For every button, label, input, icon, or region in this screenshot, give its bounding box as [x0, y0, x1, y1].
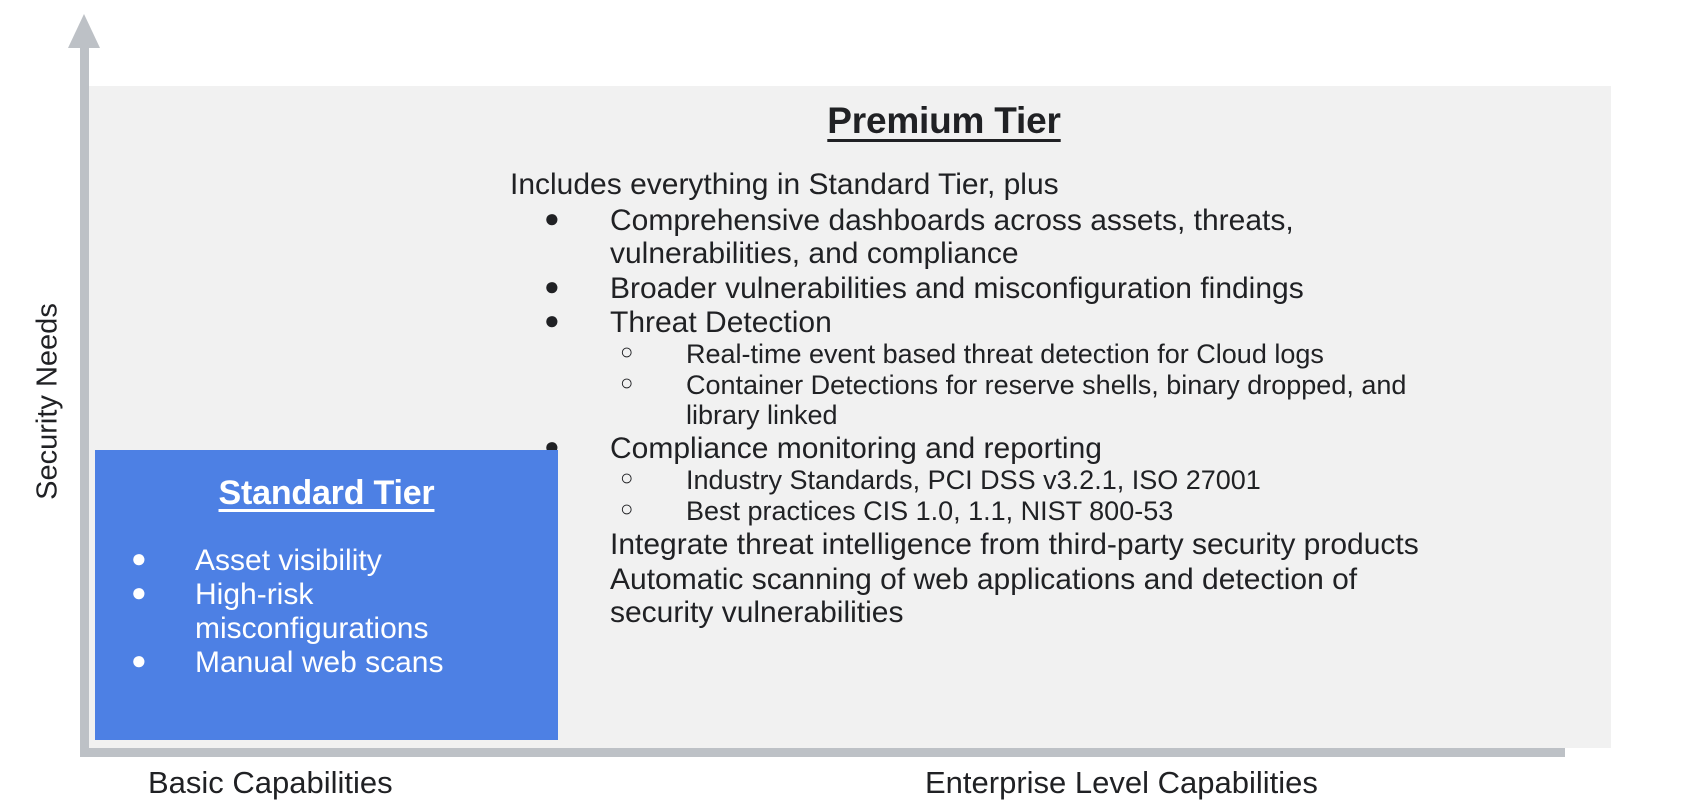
list-item-label: Automatic scanning of web applications a…: [610, 562, 1358, 629]
x-axis-line: [80, 748, 1565, 757]
bullet-filled-icon: ●: [544, 270, 560, 301]
list-item-label: Compliance monitoring and reporting: [610, 432, 1102, 466]
arrow-up-icon: [68, 14, 100, 48]
y-axis-label: Security Needs: [31, 303, 64, 500]
list-item-label: Broader vulnerabilities and misconfigura…: [610, 271, 1304, 305]
bullet-filled-icon: ●: [131, 577, 147, 608]
premium-tier-list: ● Comprehensive dashboards across assets,…: [510, 204, 1600, 630]
premium-tier-intro: Includes everything in Standard Tier, pl…: [510, 168, 1059, 201]
list-item-label: High-risk misconfigurations: [195, 578, 429, 645]
list-item-label: Real-time event based threat detection f…: [686, 339, 1324, 370]
standard-tier-list: ● Asset visibility ● High-risk misconfigura…: [131, 544, 531, 680]
list-item: ● High-risk misconfigurations: [131, 578, 531, 645]
standard-tier-title: Standard Tier: [218, 474, 435, 512]
list-item-label: Asset visibility: [195, 544, 382, 577]
y-axis-line: [80, 44, 89, 757]
bullet-filled-icon: ●: [131, 644, 147, 675]
bullet-hollow-icon: ○: [620, 496, 634, 522]
bullet-hollow-icon: ○: [620, 465, 634, 491]
list-item-label: Comprehensive dashboards across assets, …: [610, 204, 1294, 271]
list-item-label: Manual web scans: [195, 645, 444, 679]
list-item-label: Threat Detection: [610, 305, 832, 339]
list-item: ○ Industry Standards, PCI DSS v3.2.1, ISO…: [510, 465, 1600, 496]
x-axis-label-left: Basic Capabilities: [148, 765, 393, 800]
list-item-label: Best practices CIS 1.0, 1.1, NIST 800-53: [686, 496, 1174, 527]
standard-tier-box: Standard Tier ● Asset visibility ● High-ris…: [95, 450, 558, 740]
list-item: ●Automatic scanning of web applications …: [510, 563, 1600, 630]
list-item: ● Manual web scans: [131, 646, 531, 679]
tier-comparison-diagram: Premium Tier Includes everything in Stan…: [0, 0, 1700, 811]
list-item: ● Compliance monitoring and reporting: [510, 432, 1600, 465]
bullet-hollow-icon: ○: [620, 339, 634, 365]
list-item-label: Industry Standards, PCI DSS v3.2.1, ISO …: [686, 465, 1261, 496]
bullet-filled-icon: ●: [544, 304, 560, 335]
list-item-label: Integrate threat intelligence from third…: [610, 528, 1419, 562]
list-item: ● Asset visibility: [131, 544, 531, 577]
bullet-filled-icon: ●: [131, 543, 147, 573]
list-item: ● Threat Detection: [510, 306, 1600, 339]
bullet-filled-icon: ●: [544, 203, 560, 233]
list-item: ● Broader vulnerabilities and misconfigur…: [510, 270, 1600, 305]
list-item: ○ Container Detections for reserve shells…: [510, 370, 1600, 431]
bullet-hollow-icon: ○: [620, 370, 634, 396]
list-item: ○ Real-time event based threat detection …: [510, 339, 1600, 370]
list-item: ●Integrate threat intelligence from thir…: [510, 528, 1600, 561]
list-item: ● Comprehensive dashboards across assets,…: [510, 204, 1600, 271]
list-item: ○ Best practices CIS 1.0, 1.1, NIST 800-5…: [510, 496, 1600, 527]
premium-tier-title: Premium Tier: [827, 100, 1061, 141]
x-axis-label-right: Enterprise Level Capabilities: [925, 765, 1318, 800]
list-item-label: Container Detections for reserve shells,…: [686, 370, 1407, 431]
